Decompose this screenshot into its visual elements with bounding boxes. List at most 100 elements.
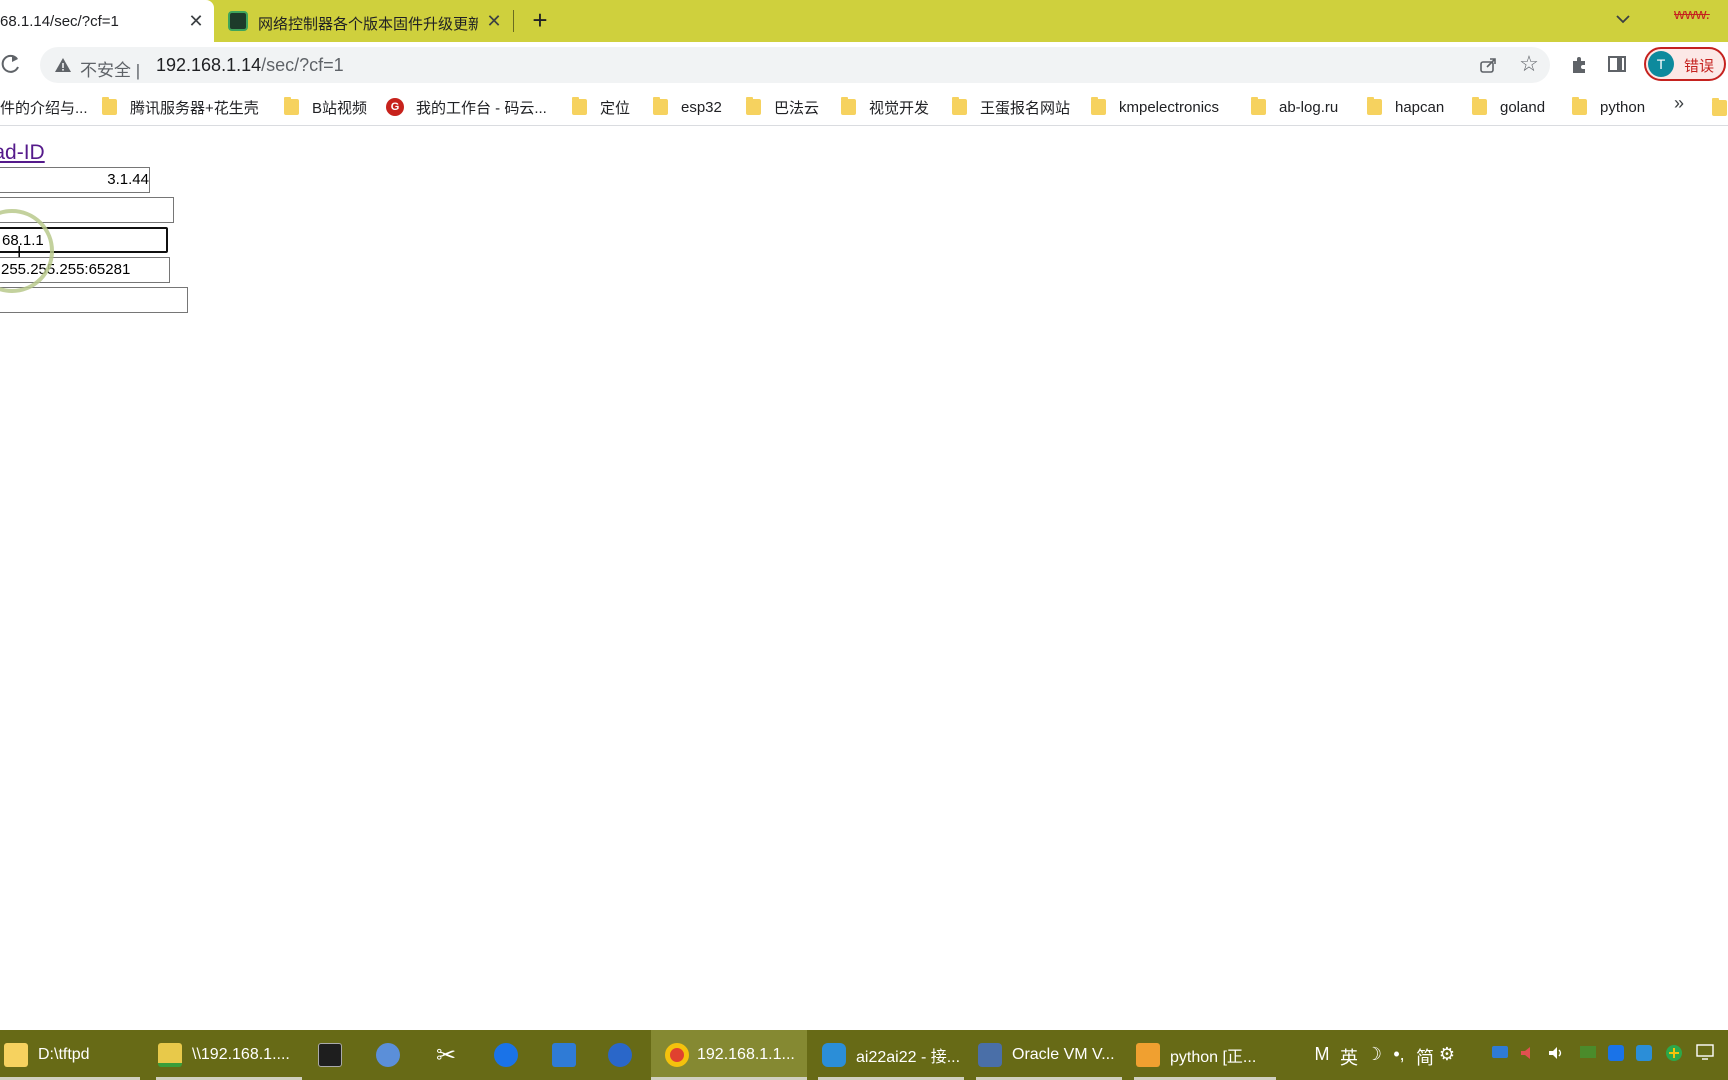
- folder-icon: [841, 97, 856, 115]
- bookmark-label: 定位: [600, 99, 631, 117]
- site-favicon-icon: [228, 11, 248, 31]
- bookmark-item[interactable]: 视觉开发: [841, 96, 929, 118]
- tray-volume-icon[interactable]: [1546, 1044, 1566, 1066]
- extensions-puzzle-icon[interactable]: [1568, 55, 1590, 77]
- address-bar[interactable]: 不安全 | 192.168.1.14/sec/?cf=1 ☆: [40, 47, 1550, 83]
- pycharm-icon: [1136, 1043, 1160, 1067]
- ime-fullwidth-moon[interactable]: ☽: [1364, 1044, 1384, 1066]
- bookmark-item[interactable]: ab-log.ru: [1251, 96, 1338, 118]
- bookmark-item[interactable]: G 我的工作台 - 码云...: [386, 96, 547, 118]
- page-content: egad-ID 3.1.44 68.1.1 255.255.255:65281 …: [0, 127, 1728, 1030]
- tray-nvidia-icon[interactable]: [1578, 1044, 1598, 1066]
- taskbar-item-q[interactable]: ai22ai22 - 接...: [818, 1030, 964, 1080]
- tab-divider: [513, 10, 514, 32]
- bookmark-item[interactable]: hapcan: [1367, 96, 1444, 118]
- text-field-2[interactable]: [0, 197, 174, 223]
- tray-speaker-muted-icon[interactable]: [1518, 1044, 1538, 1066]
- ime-mode-m[interactable]: M: [1312, 1044, 1332, 1066]
- ime-settings-gear-icon[interactable]: ⚙: [1436, 1044, 1458, 1066]
- bookmark-label: 我的工作台 - 码云...: [416, 99, 547, 117]
- security-label[interactable]: 不安全 |: [80, 56, 140, 81]
- tray-mail-icon[interactable]: [1634, 1044, 1654, 1066]
- tab-title: 68.1.14/sec/?cf=1: [0, 13, 119, 30]
- bookmark-label: python: [1600, 98, 1646, 116]
- bookmark-label: hapcan: [1395, 98, 1445, 116]
- tab-active[interactable]: 68.1.14/sec/?cf=1 ✕: [0, 0, 214, 42]
- bookmark-label: B站视频: [312, 99, 368, 117]
- taskbar-item-chrome[interactable]: 192.168.1.1...: [651, 1030, 807, 1080]
- taskbar-item-feather[interactable]: [608, 1030, 638, 1080]
- folder-icon[interactable]: [1712, 98, 1727, 116]
- terminal-icon: [318, 1043, 342, 1067]
- reload-icon[interactable]: [0, 52, 22, 76]
- virtualbox-icon: [978, 1043, 1002, 1067]
- bookmark-item[interactable]: python: [1572, 96, 1645, 118]
- bookmark-item[interactable]: 腾讯服务器+花生壳: [102, 96, 259, 118]
- camera-icon: [552, 1043, 576, 1067]
- bookmark-item[interactable]: goland: [1472, 96, 1545, 118]
- taskbar-item-tftpd[interactable]: D:\tftpd: [0, 1030, 140, 1080]
- windows-taskbar: D:\tftpd \\192.168.1.... ✂ 192.168.1.1..…: [0, 1030, 1728, 1080]
- text-field-4[interactable]: 255.255.255:65281: [0, 257, 170, 283]
- text-field-1[interactable]: 3.1.44: [0, 167, 150, 193]
- tray-add-icon[interactable]: [1664, 1044, 1684, 1066]
- page-link[interactable]: egad-ID: [0, 141, 45, 165]
- folder-icon: [1367, 97, 1382, 115]
- folder-icon: [102, 97, 117, 115]
- bookmark-item[interactable]: 件的介绍与...: [0, 96, 88, 118]
- taskbar-item-terminal[interactable]: [318, 1030, 348, 1080]
- text-field-5[interactable]: [0, 287, 188, 313]
- bookmark-item[interactable]: 定位: [572, 96, 630, 118]
- new-tab-button[interactable]: +: [528, 7, 552, 34]
- warning-icon[interactable]: [54, 56, 72, 74]
- field-value: 255.255.255:65281: [1, 261, 131, 278]
- url-host: 192.168.1.14: [156, 55, 262, 75]
- folder-icon: [653, 97, 668, 115]
- bookmark-item[interactable]: B站视频: [284, 96, 367, 118]
- tray-meeting-icon[interactable]: [1490, 1044, 1510, 1066]
- bookmark-label: esp32: [681, 98, 722, 116]
- folder-icon: [1091, 97, 1106, 115]
- tab-firmware[interactable]: 网络控制器各个版本固件升级更新 ✕: [222, 0, 512, 42]
- taskbar-label: Oracle VM V...: [1012, 1046, 1115, 1063]
- ime-charset[interactable]: 简: [1414, 1044, 1436, 1068]
- ime-punctuation[interactable]: •,: [1388, 1044, 1410, 1066]
- taskbar-item-edge[interactable]: [494, 1030, 524, 1080]
- profile-button[interactable]: T 错误: [1644, 47, 1726, 81]
- scissors-icon: ✂: [436, 1041, 457, 1069]
- side-panel-icon[interactable]: [1608, 56, 1626, 72]
- bookmark-item[interactable]: kmpelectronics: [1091, 96, 1219, 118]
- gitee-icon: G: [386, 98, 404, 116]
- bookmark-label: ab-log.ru: [1279, 98, 1339, 116]
- chevron-down-icon[interactable]: [1612, 10, 1634, 32]
- network-folder-icon: [158, 1043, 182, 1067]
- bookmark-item[interactable]: 巴法云: [746, 96, 819, 118]
- text-cursor-icon: I: [17, 244, 22, 261]
- taskbar-item-network-folder[interactable]: \\192.168.1....: [156, 1030, 302, 1080]
- taskbar-item-virtualbox[interactable]: Oracle VM V...: [976, 1030, 1122, 1080]
- taskbar-item-network[interactable]: [376, 1030, 406, 1080]
- taskbar-label: D:\tftpd: [38, 1046, 90, 1063]
- folder-icon: [572, 97, 587, 115]
- ime-language[interactable]: 英: [1338, 1044, 1360, 1068]
- field-value: 3.1.44: [107, 171, 149, 188]
- tray-display-icon[interactable]: [1694, 1044, 1716, 1066]
- tray-app-icon[interactable]: [1606, 1044, 1626, 1066]
- taskbar-item-camera[interactable]: [552, 1030, 582, 1080]
- share-icon[interactable]: [1478, 55, 1498, 75]
- url-text[interactable]: 192.168.1.14/sec/?cf=1: [156, 55, 344, 76]
- bookmark-label: 件的介绍与...: [0, 99, 88, 117]
- network-icon: [376, 1043, 400, 1067]
- bookmark-item[interactable]: 王蛋报名网站: [952, 96, 1070, 118]
- bookmarks-overflow-button[interactable]: »: [1674, 93, 1684, 114]
- taskbar-item-pycharm[interactable]: python [正...: [1134, 1030, 1276, 1080]
- taskbar-item-snipping[interactable]: ✂: [436, 1030, 466, 1080]
- folder-icon: [1572, 97, 1587, 115]
- text-field-3-focused[interactable]: 68.1.1: [0, 227, 168, 253]
- bookmark-item[interactable]: esp32: [653, 96, 722, 118]
- star-icon[interactable]: ☆: [1518, 53, 1540, 75]
- close-icon[interactable]: ✕: [186, 11, 206, 31]
- bookmark-label: goland: [1500, 98, 1546, 116]
- close-icon[interactable]: ✕: [484, 11, 504, 31]
- chrome-icon: [665, 1043, 689, 1067]
